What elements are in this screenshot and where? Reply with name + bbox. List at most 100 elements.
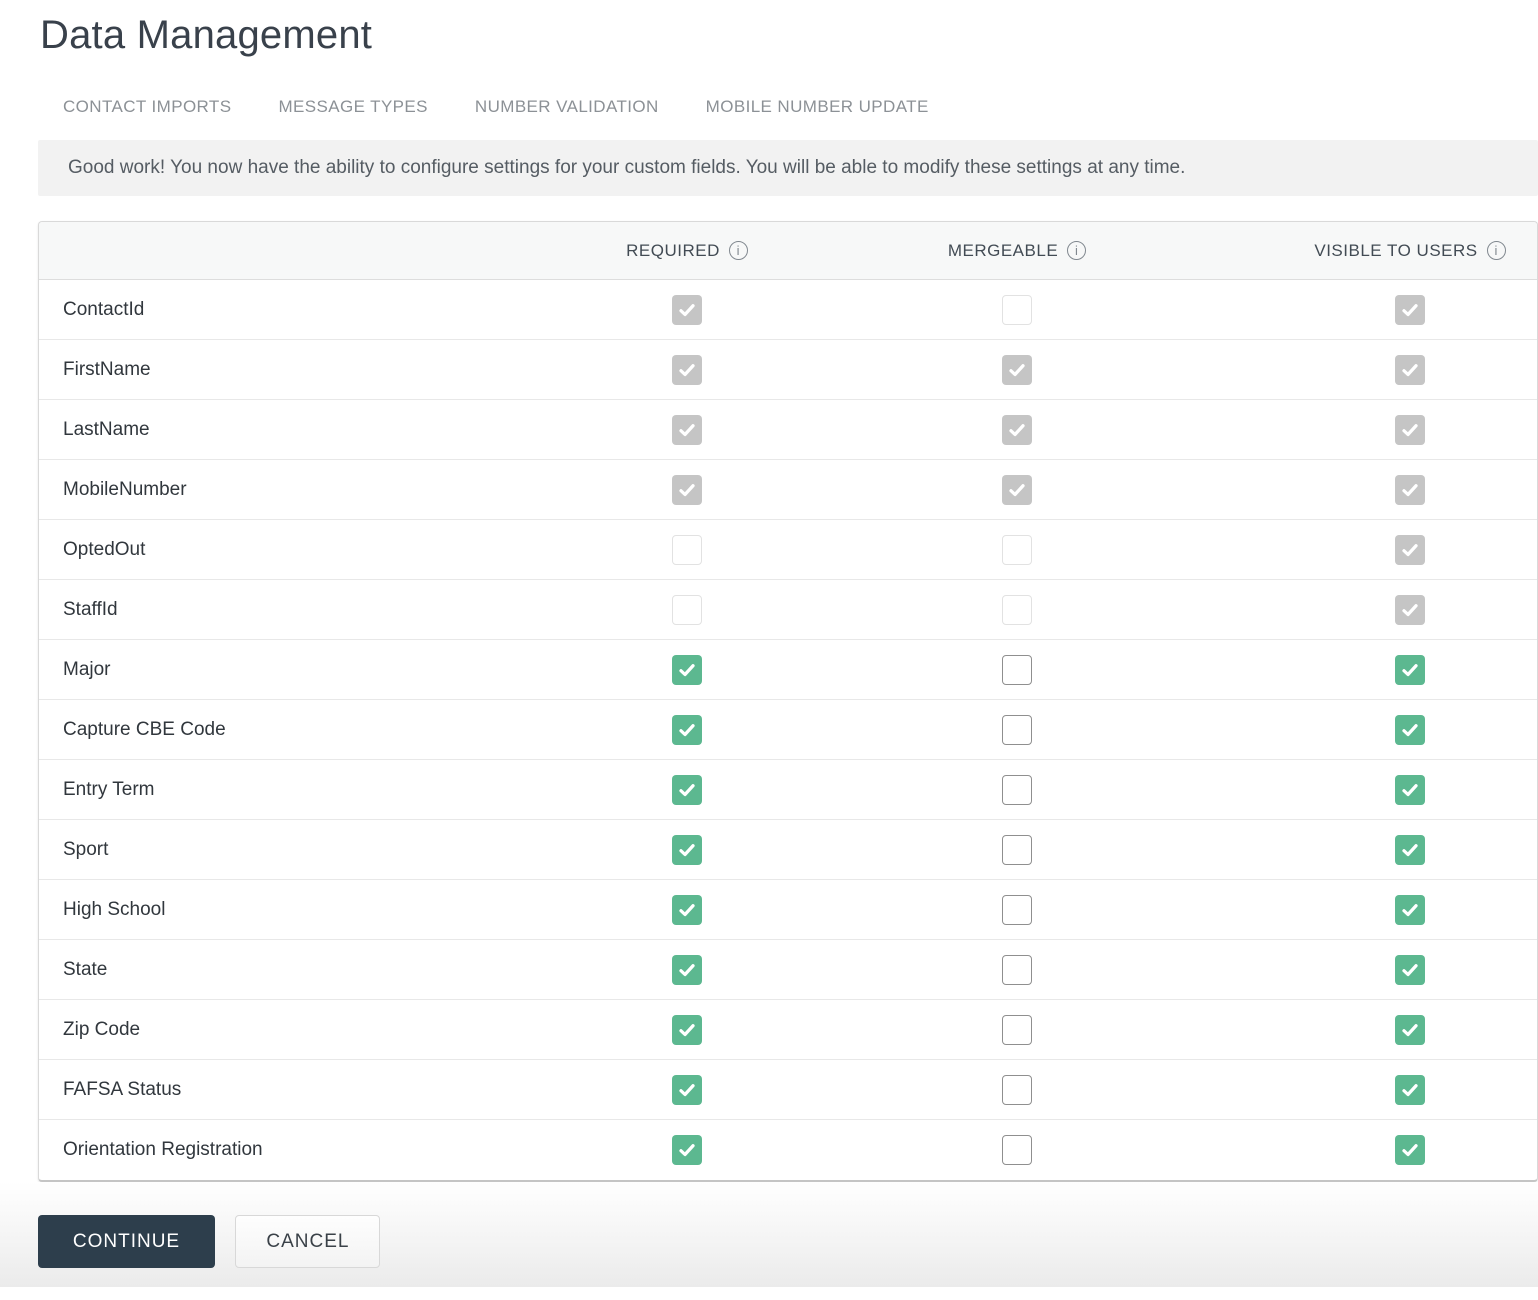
check-icon xyxy=(1402,783,1418,796)
continue-button[interactable]: CONTINUE xyxy=(38,1215,215,1268)
table-body: ContactId FirstName LastName MobileNumbe… xyxy=(39,280,1537,1180)
required-checkbox[interactable] xyxy=(672,714,702,745)
visible-to-users-checkbox[interactable] xyxy=(1395,1135,1425,1165)
required-checkbox[interactable] xyxy=(672,654,702,685)
required-checkbox[interactable] xyxy=(672,774,702,805)
check-icon xyxy=(1402,603,1418,616)
table-header-row: REQUIRED i MERGEABLE i VISIBLE TO USERS … xyxy=(39,222,1537,280)
visible-to-users-checkbox[interactable] xyxy=(1395,834,1425,865)
required-cell xyxy=(623,1014,751,1045)
field-name-label: Capture CBE Code xyxy=(63,718,226,740)
table-row: Orientation Registration xyxy=(39,1120,1537,1180)
table-row: StaffId xyxy=(39,580,1537,640)
check-icon xyxy=(679,903,695,916)
visible-to-users-cell xyxy=(1283,834,1537,865)
required-cell xyxy=(623,474,751,505)
visible-to-users-checkbox[interactable] xyxy=(1395,894,1425,925)
check-icon xyxy=(1009,423,1025,436)
tab-message-types[interactable]: MESSAGE TYPES xyxy=(278,97,427,117)
check-icon xyxy=(1402,483,1418,496)
field-name-label: OptedOut xyxy=(63,538,146,560)
mergeable-checkbox[interactable] xyxy=(1002,1074,1032,1105)
check-icon xyxy=(679,303,695,316)
check-icon xyxy=(679,963,695,976)
required-checkbox[interactable] xyxy=(672,1135,702,1165)
table-row: FirstName xyxy=(39,340,1537,400)
required-cell xyxy=(623,1074,751,1105)
field-name-label: Zip Code xyxy=(63,1018,141,1040)
required-cell xyxy=(623,714,751,745)
mergeable-cell xyxy=(751,654,1283,685)
mergeable-cell xyxy=(751,534,1283,565)
visible-to-users-cell xyxy=(1283,654,1537,685)
mergeable-cell xyxy=(751,414,1283,445)
check-icon xyxy=(679,723,695,736)
field-name-label: State xyxy=(63,958,108,980)
visible-to-users-checkbox xyxy=(1395,474,1425,505)
table-row: State xyxy=(39,940,1537,1000)
table-row: ContactId xyxy=(39,280,1537,340)
mergeable-checkbox xyxy=(1002,534,1032,565)
table-row: Capture CBE Code xyxy=(39,700,1537,760)
visible-to-users-cell xyxy=(1283,1135,1537,1165)
data-management-page: Data Management CONTACT IMPORTS MESSAGE … xyxy=(0,0,1538,1287)
info-icon[interactable]: i xyxy=(728,241,748,260)
required-cell xyxy=(623,594,751,625)
field-name-label: LastName xyxy=(63,418,150,440)
mergeable-checkbox[interactable] xyxy=(1002,1135,1032,1165)
table-row: OptedOut xyxy=(39,520,1537,580)
required-checkbox[interactable] xyxy=(672,954,702,985)
visible-to-users-checkbox xyxy=(1395,294,1425,325)
mergeable-checkbox[interactable] xyxy=(1002,1014,1032,1045)
required-cell xyxy=(623,894,751,925)
cancel-button[interactable]: CANCEL xyxy=(235,1215,381,1268)
visible-to-users-checkbox[interactable] xyxy=(1395,954,1425,985)
visible-to-users-checkbox[interactable] xyxy=(1395,1014,1425,1045)
mergeable-checkbox[interactable] xyxy=(1002,654,1032,685)
check-icon xyxy=(679,663,695,676)
tab-bar: CONTACT IMPORTS MESSAGE TYPES NUMBER VAL… xyxy=(38,97,1538,117)
tab-contact-imports[interactable]: CONTACT IMPORTS xyxy=(63,97,231,117)
required-checkbox[interactable] xyxy=(672,1074,702,1105)
check-icon xyxy=(679,363,695,376)
mergeable-checkbox[interactable] xyxy=(1002,714,1032,745)
info-icon[interactable]: i xyxy=(1067,241,1087,260)
mergeable-checkbox[interactable] xyxy=(1002,774,1032,805)
tab-mobile-number-update[interactable]: MOBILE NUMBER UPDATE xyxy=(706,97,929,117)
required-cell xyxy=(623,534,751,565)
visible-to-users-checkbox[interactable] xyxy=(1395,654,1425,685)
required-cell xyxy=(623,774,751,805)
visible-to-users-checkbox[interactable] xyxy=(1395,714,1425,745)
column-header-visible-to-users: VISIBLE TO USERS i xyxy=(1283,241,1537,261)
visible-to-users-checkbox[interactable] xyxy=(1395,774,1425,805)
field-name-label: Sport xyxy=(63,838,109,860)
mergeable-checkbox[interactable] xyxy=(1002,954,1032,985)
visible-to-users-cell xyxy=(1283,534,1537,565)
mergeable-checkbox xyxy=(1002,414,1032,445)
required-checkbox xyxy=(672,534,702,565)
visible-to-users-cell xyxy=(1283,1014,1537,1045)
info-icon[interactable]: i xyxy=(1486,241,1506,260)
table-row: Major xyxy=(39,640,1537,700)
required-cell xyxy=(623,954,751,985)
required-checkbox[interactable] xyxy=(672,1014,702,1045)
check-icon xyxy=(679,483,695,496)
visible-to-users-cell xyxy=(1283,894,1537,925)
mergeable-cell xyxy=(751,1135,1283,1165)
info-banner-text: Good work! You now have the ability to c… xyxy=(68,157,1186,178)
table-row: Sport xyxy=(39,820,1537,880)
mergeable-cell xyxy=(751,354,1283,385)
check-icon xyxy=(679,843,695,856)
mergeable-checkbox[interactable] xyxy=(1002,894,1032,925)
check-icon xyxy=(1402,963,1418,976)
required-checkbox[interactable] xyxy=(672,894,702,925)
visible-to-users-checkbox xyxy=(1395,534,1425,565)
required-checkbox[interactable] xyxy=(672,834,702,865)
visible-to-users-checkbox[interactable] xyxy=(1395,1074,1425,1105)
mergeable-cell xyxy=(751,954,1283,985)
tab-number-validation[interactable]: NUMBER VALIDATION xyxy=(475,97,659,117)
mergeable-checkbox[interactable] xyxy=(1002,834,1032,865)
required-cell xyxy=(623,1135,751,1165)
visible-to-users-checkbox xyxy=(1395,414,1425,445)
check-icon xyxy=(1402,363,1418,376)
